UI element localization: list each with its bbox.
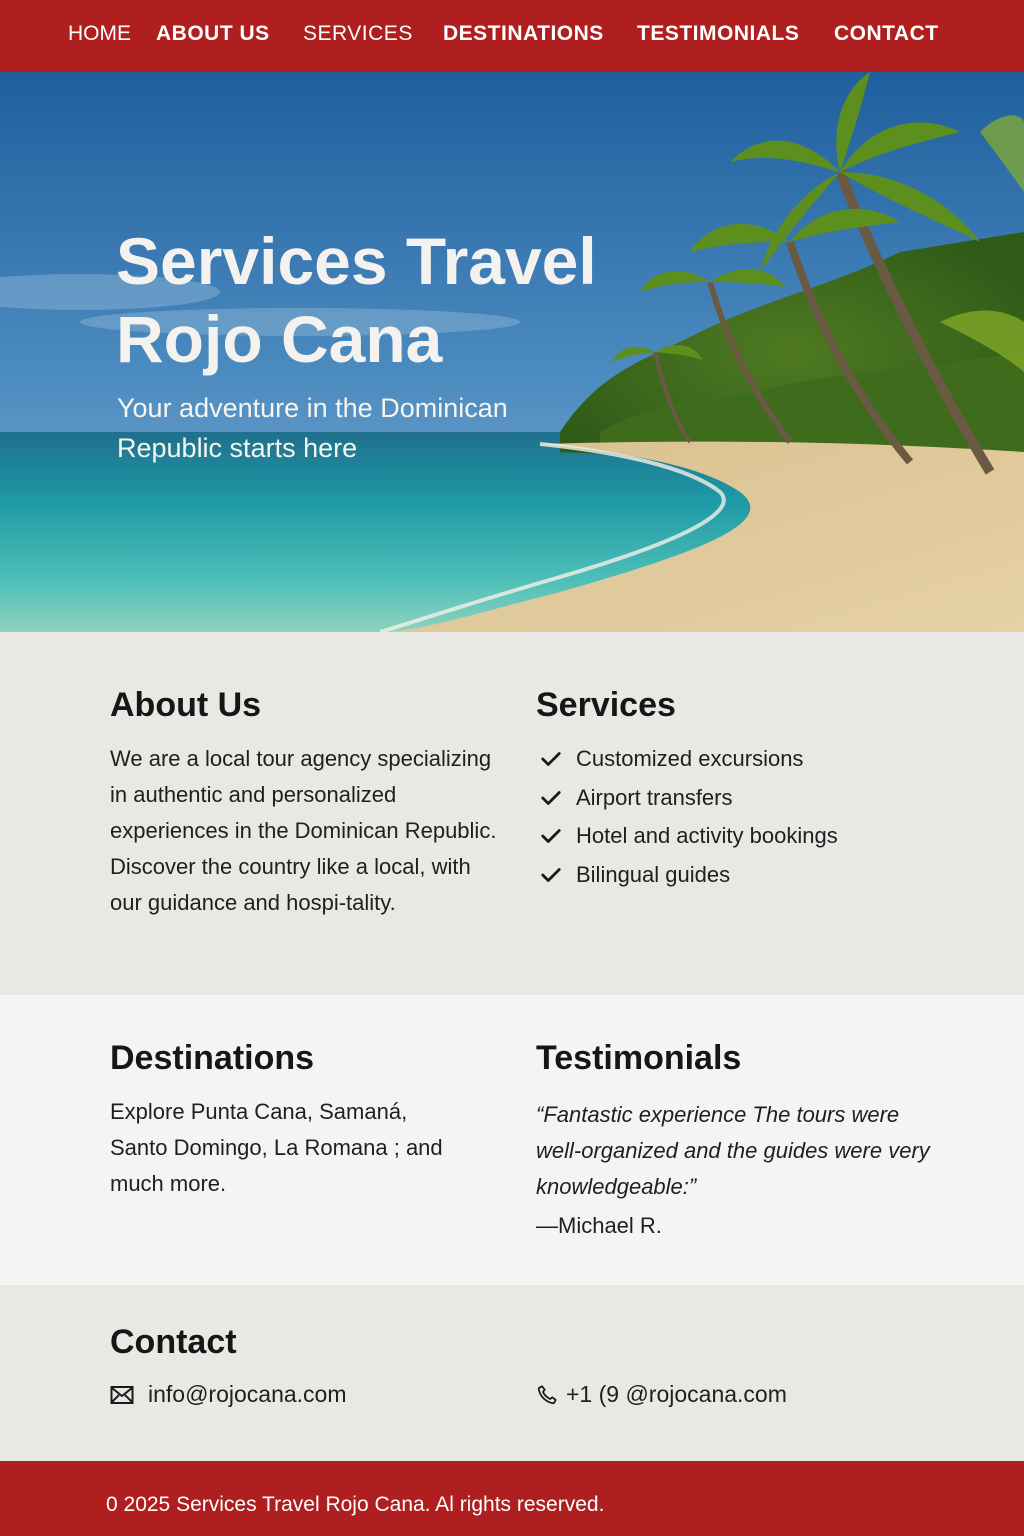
checkmark-icon <box>541 829 561 844</box>
service-label: Hotel and activity bookings <box>576 823 838 849</box>
destinations-heading: Destinations <box>110 1039 315 1077</box>
testimonial-quote: “Fantastic experience The tours were wel… <box>536 1102 930 1199</box>
services-list-item: Bilingual guides <box>540 856 838 895</box>
service-label: Customized excursions <box>576 746 804 772</box>
footer-copyright: 0 2025 Services Travel Rojo Cana. Al rig… <box>106 1493 605 1516</box>
contact-email-row: info@rojocana.com <box>110 1381 347 1408</box>
checkmark-icon <box>541 867 561 882</box>
services-list: Customized excursions Airport transfers … <box>540 740 838 894</box>
contact-phone-link[interactable]: +1 (9 @rojocana.com <box>566 1381 787 1408</box>
hero-subtitle: Your adventure in the Dominican Republic… <box>117 393 508 463</box>
contact-email-link[interactable]: info@rojocana.com <box>148 1381 347 1408</box>
hero-banner: Services Travel Rojo Cana Your adventure… <box>0 72 1024 632</box>
services-list-item: Airport transfers <box>540 779 838 818</box>
destinations-text: Explore Punta Cana, Samaná, Santo Doming… <box>110 1099 443 1196</box>
checkmark-icon <box>541 752 561 767</box>
site-footer: 0 2025 Services Travel Rojo Cana. Al rig… <box>0 1461 1024 1536</box>
about-heading: About Us <box>110 686 262 724</box>
nav-item-about-us[interactable]: ABOUT US <box>156 22 270 46</box>
nav-item-testimonials[interactable]: TESTIMONIALS <box>637 22 799 46</box>
testimonials-heading: Testimonials <box>536 1039 742 1077</box>
hero-title: Services Travel Rojo Cana <box>116 224 597 376</box>
checkmark-icon <box>541 790 561 805</box>
services-heading: Services <box>536 686 676 724</box>
about-text: We are a local tour agency specializing … <box>110 746 497 915</box>
services-list-item: Hotel and activity bookings <box>540 817 838 856</box>
services-list-item: Customized excursions <box>540 740 838 779</box>
contact-phone-row: +1 (9 @rojocana.com <box>536 1381 787 1408</box>
about-services-section: About Us We are a local tour agency spec… <box>0 632 1024 995</box>
nav-item-contact[interactable]: CONTACT <box>834 22 939 46</box>
service-label: Bilingual guides <box>576 861 731 887</box>
envelope-icon <box>110 1385 134 1404</box>
nav-item-services[interactable]: SERVICES <box>303 22 413 46</box>
service-label: Airport transfers <box>576 784 733 810</box>
main-navigation: HOME ABOUT US SERVICES DESTINATIONS TEST… <box>0 0 1024 72</box>
contact-heading: Contact <box>110 1323 237 1361</box>
contact-section: Contact info@rojocana.com +1 (9 @rojocan… <box>0 1285 1024 1461</box>
nav-item-destinations[interactable]: DESTINATIONS <box>443 22 604 46</box>
destinations-testimonials-section: Destinations Explore Punta Cana, Samaná,… <box>0 995 1024 1285</box>
nav-item-home[interactable]: HOME <box>68 22 131 46</box>
testimonial-author: —Michael R. <box>536 1213 662 1238</box>
phone-icon <box>537 1384 557 1404</box>
